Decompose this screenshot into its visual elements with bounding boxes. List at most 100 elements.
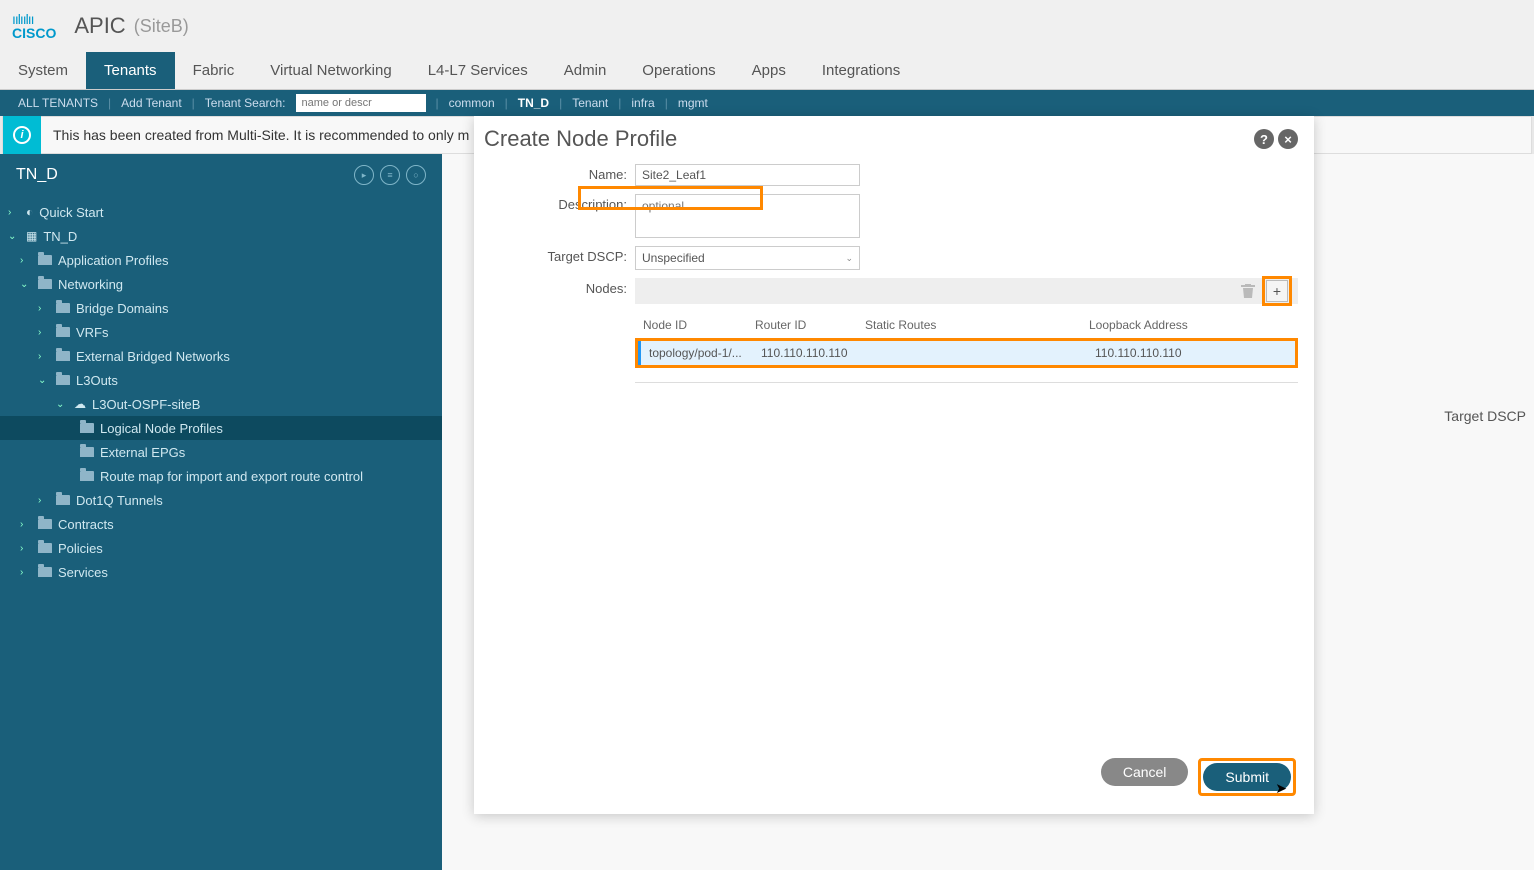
tree-bridge[interactable]: ›Bridge Domains bbox=[0, 296, 442, 320]
subnav-mgmt[interactable]: mgmt bbox=[668, 96, 718, 110]
folder-icon bbox=[56, 327, 70, 337]
tree-external-epgs[interactable]: External EPGs bbox=[0, 440, 442, 464]
nav-fabric[interactable]: Fabric bbox=[175, 52, 253, 89]
main-nav: System Tenants Fabric Virtual Networking… bbox=[0, 52, 1534, 90]
cursor-icon: ➤ bbox=[1275, 780, 1287, 797]
sub-nav: ALL TENANTS | Add Tenant | Tenant Search… bbox=[0, 90, 1534, 116]
grid-icon: ▦ bbox=[26, 229, 37, 243]
folder-icon bbox=[38, 519, 52, 529]
tree-networking[interactable]: ⌄Networking bbox=[0, 272, 442, 296]
modal-footer: Cancel Submit ➤ bbox=[474, 744, 1314, 814]
subnav-infra[interactable]: infra bbox=[621, 96, 664, 110]
nav-l4l7[interactable]: L4-L7 Services bbox=[410, 52, 546, 89]
table-row[interactable]: topology/pod-1/... 110.110.110.110 110.1… bbox=[638, 341, 1295, 365]
col-router-id: Router ID bbox=[755, 318, 865, 332]
subnav-common[interactable]: common bbox=[439, 96, 505, 110]
tree-root[interactable]: ⌄▦TN_D bbox=[0, 224, 442, 248]
nav-tenants[interactable]: Tenants bbox=[86, 52, 175, 89]
cloud-icon: ☁ bbox=[74, 397, 86, 411]
name-input[interactable] bbox=[635, 164, 860, 186]
add-node-highlight: + bbox=[1262, 276, 1292, 306]
nav-system[interactable]: System bbox=[0, 52, 86, 89]
tree-l3outs[interactable]: ⌄L3Outs bbox=[0, 368, 442, 392]
nav-admin[interactable]: Admin bbox=[546, 52, 625, 89]
tenant-search-input[interactable] bbox=[296, 94, 426, 112]
folder-icon bbox=[80, 423, 94, 433]
sidebar-title: TN_D bbox=[16, 166, 58, 184]
cisco-logo: ıılıılıı CISCO bbox=[12, 12, 56, 40]
label-nodes: Nodes: bbox=[490, 278, 635, 296]
target-dscp-select[interactable]: Unspecified ⌄ bbox=[635, 246, 860, 270]
nodes-table: Node ID Router ID Static Routes Loopback… bbox=[635, 312, 1298, 368]
cell-node-id: topology/pod-1/... bbox=[649, 346, 761, 360]
tree-contracts[interactable]: ›Contracts bbox=[0, 512, 442, 536]
quickstart-icon: ◐ bbox=[26, 205, 33, 219]
sidebar-action-1-icon[interactable]: ▸ bbox=[354, 165, 374, 185]
table-row-highlight: topology/pod-1/... 110.110.110.110 110.1… bbox=[635, 338, 1298, 368]
tree-policies[interactable]: ›Policies bbox=[0, 536, 442, 560]
subnav-search-label: Tenant Search: bbox=[195, 96, 296, 110]
tree-app-profiles[interactable]: ›Application Profiles bbox=[0, 248, 442, 272]
modal-body: Name: Description: Target DSCP: Unspecif… bbox=[474, 156, 1314, 744]
tree-ext-bridged[interactable]: ›External Bridged Networks bbox=[0, 344, 442, 368]
trash-icon[interactable] bbox=[1240, 283, 1256, 299]
sidebar-header: TN_D ▸ ≡ ○ bbox=[0, 154, 442, 196]
chevron-down-icon: ⌄ bbox=[845, 253, 853, 264]
nav-virtual-networking[interactable]: Virtual Networking bbox=[252, 52, 409, 89]
right-peek-target-dscp: Target DSCP bbox=[1444, 408, 1526, 424]
cancel-button[interactable]: Cancel bbox=[1101, 758, 1189, 786]
modal-divider bbox=[635, 382, 1298, 383]
col-static-routes: Static Routes bbox=[865, 318, 1089, 332]
tree-vrfs[interactable]: ›VRFs bbox=[0, 320, 442, 344]
folder-icon bbox=[38, 279, 52, 289]
folder-icon bbox=[56, 495, 70, 505]
app-title: APIC bbox=[74, 13, 125, 39]
info-banner-text: This has been created from Multi-Site. I… bbox=[41, 127, 469, 143]
cell-router-id: 110.110.110.110 bbox=[761, 346, 871, 360]
sidebar: TN_D ▸ ≡ ○ ›◐Quick Start ⌄▦TN_D ›Applica… bbox=[0, 154, 442, 870]
sidebar-action-2-icon[interactable]: ≡ bbox=[380, 165, 400, 185]
description-input[interactable] bbox=[635, 194, 860, 238]
info-icon: i bbox=[13, 126, 31, 144]
tree-l3out-ospf[interactable]: ⌄☁L3Out-OSPF-siteB bbox=[0, 392, 442, 416]
tree-quick-start[interactable]: ›◐Quick Start bbox=[0, 200, 442, 224]
nodes-toolbar: + bbox=[635, 278, 1298, 304]
cell-loopback: 110.110.110.110 bbox=[1095, 346, 1215, 360]
add-node-button[interactable]: + bbox=[1266, 280, 1288, 302]
nav-apps[interactable]: Apps bbox=[734, 52, 804, 89]
site-name: (SiteB) bbox=[134, 16, 189, 37]
col-loopback: Loopback Address bbox=[1089, 318, 1209, 332]
folder-icon bbox=[80, 447, 94, 457]
tree-logical-node[interactable]: Logical Node Profiles bbox=[0, 416, 442, 440]
label-name: Name: bbox=[490, 164, 635, 182]
col-node-id: Node ID bbox=[643, 318, 755, 332]
modal-header: Create Node Profile ? × bbox=[474, 116, 1314, 156]
nav-operations[interactable]: Operations bbox=[624, 52, 733, 89]
folder-icon bbox=[56, 351, 70, 361]
top-header: ıılıılıı CISCO APIC (SiteB) bbox=[0, 0, 1534, 52]
folder-icon bbox=[38, 543, 52, 553]
folder-icon bbox=[80, 471, 94, 481]
help-icon[interactable]: ? bbox=[1254, 129, 1274, 149]
sidebar-action-3-icon[interactable]: ○ bbox=[406, 165, 426, 185]
subnav-tnd[interactable]: TN_D bbox=[508, 96, 559, 110]
label-target-dscp: Target DSCP: bbox=[490, 246, 635, 264]
nav-integrations[interactable]: Integrations bbox=[804, 52, 918, 89]
close-icon[interactable]: × bbox=[1278, 129, 1298, 149]
info-icon-box: i bbox=[3, 116, 41, 154]
target-dscp-value: Unspecified bbox=[642, 251, 705, 265]
table-header: Node ID Router ID Static Routes Loopback… bbox=[635, 312, 1298, 338]
subnav-all-tenants[interactable]: ALL TENANTS bbox=[8, 96, 108, 110]
folder-icon bbox=[38, 255, 52, 265]
subnav-tenant[interactable]: Tenant bbox=[562, 96, 618, 110]
folder-icon bbox=[56, 303, 70, 313]
tree-route-map[interactable]: Route map for import and export route co… bbox=[0, 464, 442, 488]
label-description: Description: bbox=[490, 194, 635, 212]
tree-dot1q[interactable]: ›Dot1Q Tunnels bbox=[0, 488, 442, 512]
modal-title: Create Node Profile bbox=[484, 126, 677, 152]
folder-icon bbox=[38, 567, 52, 577]
subnav-add-tenant[interactable]: Add Tenant bbox=[111, 96, 192, 110]
create-node-profile-modal: Create Node Profile ? × Name: Descriptio… bbox=[474, 116, 1314, 814]
tree-services[interactable]: ›Services bbox=[0, 560, 442, 584]
folder-icon bbox=[56, 375, 70, 385]
